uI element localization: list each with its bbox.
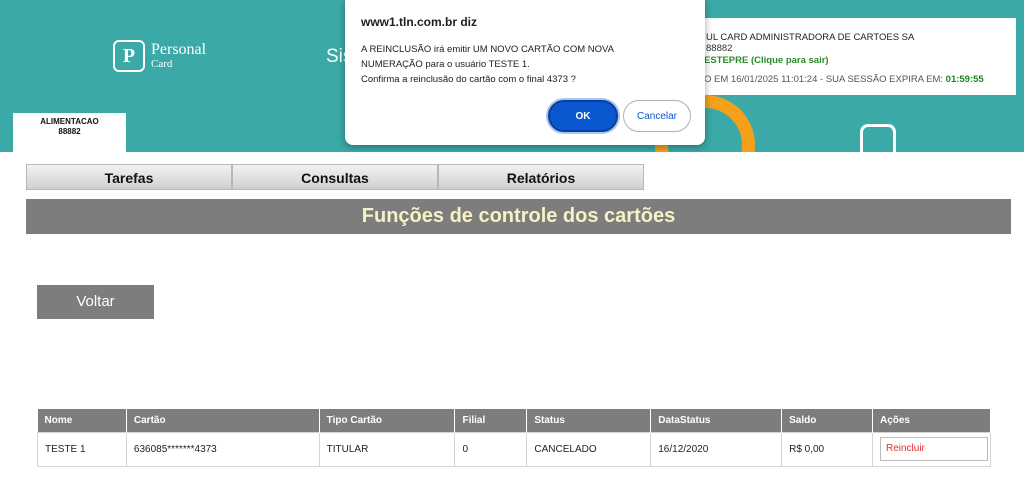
cell-filial: 0 bbox=[454, 431, 528, 467]
decorative-card-icon bbox=[860, 124, 896, 152]
col-header: Filial bbox=[454, 409, 528, 432]
table-header-row: Nome Cartão Tipo Cartão Filial Status Da… bbox=[37, 409, 992, 432]
card-tab-type: ALIMENTACAO bbox=[40, 117, 99, 126]
col-header: Ações bbox=[872, 409, 992, 432]
col-header: Saldo bbox=[781, 409, 873, 432]
cell-cartao: 636085*******4373 bbox=[125, 431, 320, 467]
user-info-box: UL CARD ADMINISTRADORA DE CARTOES SA 888… bbox=[676, 18, 1016, 95]
col-header: Cartão bbox=[126, 409, 320, 432]
dialog-title: www1.tln.com.br diz bbox=[361, 15, 478, 29]
logo-text-personal: Personal bbox=[151, 41, 207, 58]
logout-link[interactable]: ESTEPRE (Clique para sair) bbox=[704, 55, 829, 66]
session-timer: 01:59:55 bbox=[945, 74, 984, 85]
menu-tarefas[interactable]: Tarefas bbox=[26, 164, 232, 190]
company-code: 88882 bbox=[706, 43, 733, 54]
logo-text-card: Card bbox=[151, 58, 173, 70]
menu-consultas[interactable]: Consultas bbox=[232, 164, 438, 190]
card-tab-code: 88882 bbox=[58, 127, 81, 136]
confirm-dialog: www1.tln.com.br diz A REINCLUSÃO irá emi… bbox=[345, 0, 705, 145]
ok-button[interactable]: OK bbox=[548, 100, 618, 132]
col-header: DataStatus bbox=[650, 409, 783, 432]
dialog-message-line: Confirma a reinclusão do cartão com o fi… bbox=[361, 74, 576, 85]
dialog-message-line: A REINCLUSÃO irá emitir UM NOVO CARTÃO C… bbox=[361, 44, 615, 55]
card-tab[interactable]: ALIMENTACAO 88882 bbox=[13, 113, 126, 155]
page-title: Funções de controle dos cartões bbox=[26, 199, 1011, 234]
dialog-message: A REINCLUSÃO irá emitir UM NOVO CARTÃO C… bbox=[361, 42, 681, 87]
table-row: TESTE 1 636085*******4373 TITULAR 0 CANC… bbox=[37, 431, 992, 467]
cell-nome: TESTE 1 bbox=[37, 431, 127, 467]
cell-data-status: 16/12/2020 bbox=[650, 431, 783, 467]
company-name: UL CARD ADMINISTRADORA DE CARTOES SA bbox=[706, 32, 915, 43]
menu-relatorios[interactable]: Relatórios bbox=[438, 164, 644, 190]
session-prefix: O EM 16/01/2025 11:01:24 - SUA SESSÃO EX… bbox=[704, 74, 944, 85]
cell-status: CANCELADO bbox=[526, 431, 652, 467]
col-header: Nome bbox=[37, 409, 127, 432]
cell-tipo: TITULAR bbox=[318, 431, 456, 467]
cell-acoes: Reincluir bbox=[871, 431, 992, 467]
reincluir-button[interactable]: Reincluir bbox=[879, 437, 988, 461]
dialog-message-line: NUMERAÇÃO para o usuário TESTE 1. bbox=[361, 59, 530, 70]
personal-card-logo: P Personal Card bbox=[113, 40, 206, 72]
cancel-button[interactable]: Cancelar bbox=[623, 100, 691, 132]
logo-mark: P bbox=[113, 40, 145, 72]
col-header: Status bbox=[526, 409, 652, 432]
back-button[interactable]: Voltar bbox=[37, 285, 154, 319]
cell-saldo: R$ 0,00 bbox=[781, 431, 873, 467]
cards-table: Nome Cartão Tipo Cartão Filial Status Da… bbox=[37, 409, 992, 467]
main-menu: Tarefas Consultas Relatórios bbox=[26, 164, 644, 190]
col-header: Tipo Cartão bbox=[319, 409, 456, 432]
session-info: O EM 16/01/2025 11:01:24 - SUA SESSÃO EX… bbox=[704, 74, 984, 85]
